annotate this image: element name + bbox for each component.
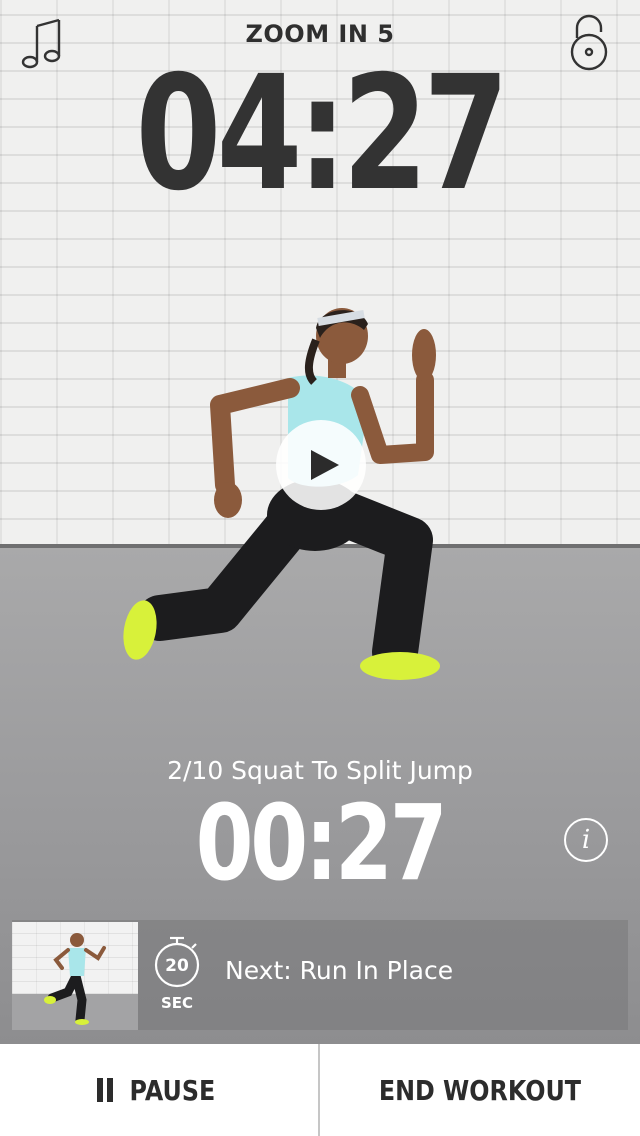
bottom-controls: PAUSE END WORKOUT (0, 1044, 640, 1136)
next-duration-unit: SEC (160, 994, 194, 1012)
pause-label: PAUSE (129, 1073, 215, 1107)
current-exercise-name: 2/10 Squat To Split Jump (167, 756, 473, 785)
end-workout-label: END WORKOUT (378, 1073, 582, 1107)
end-workout-button[interactable]: END WORKOUT (320, 1044, 640, 1136)
next-athlete-figure (44, 933, 106, 1025)
pause-icon (96, 1078, 114, 1102)
info-glyph: i (581, 825, 591, 855)
next-exercise-bar[interactable]: 20 SEC Next: Run In Place (12, 920, 628, 1030)
play-icon (311, 450, 339, 480)
pause-button[interactable]: PAUSE (0, 1044, 318, 1136)
next-exercise-thumbnail (12, 922, 138, 1030)
exercise-time-remaining: 00:27 (195, 782, 448, 904)
next-exercise-label: Next: Run In Place (225, 956, 454, 985)
info-icon[interactable]: i (564, 818, 608, 862)
next-duration-value: 20 (165, 956, 189, 976)
lock-icon[interactable] (568, 14, 610, 72)
total-time-remaining: 04:27 (135, 42, 510, 226)
athlete-figure (123, 308, 440, 680)
play-video-button[interactable] (276, 420, 366, 510)
